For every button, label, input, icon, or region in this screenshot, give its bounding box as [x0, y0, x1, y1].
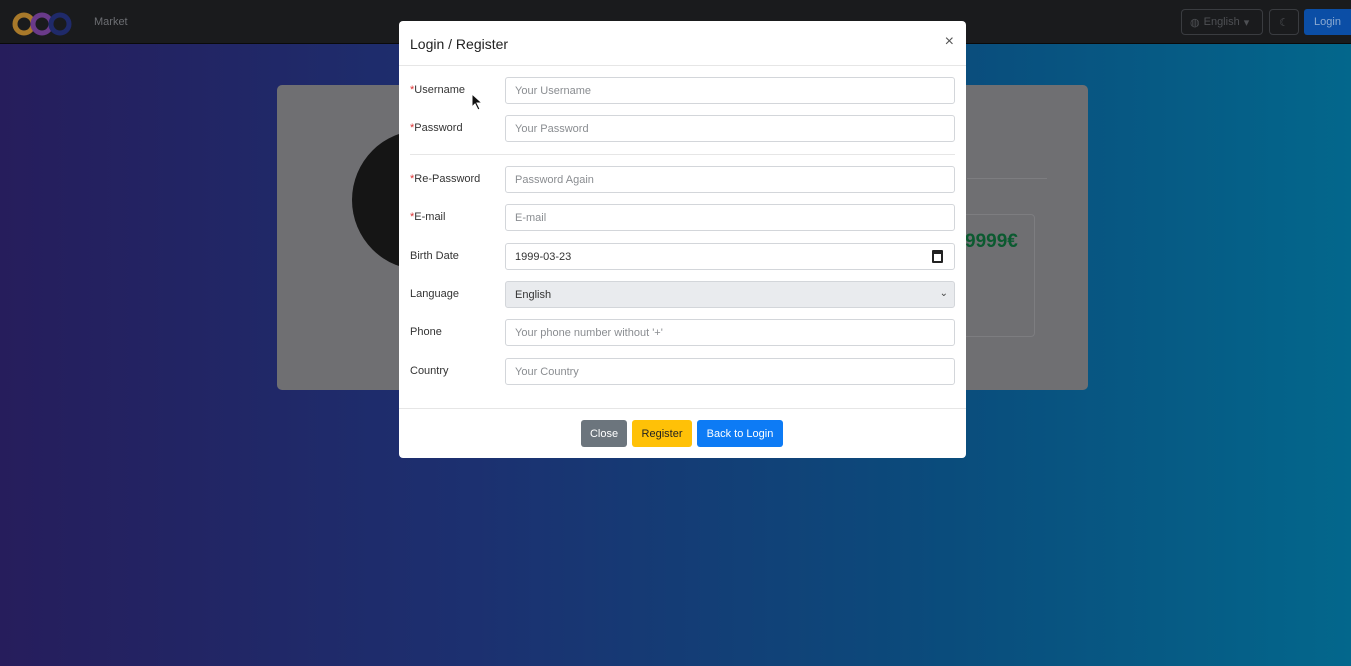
- birthdate-label: Birth Date: [410, 250, 459, 262]
- close-icon[interactable]: ×: [945, 33, 954, 51]
- language-field-label: Language: [410, 288, 459, 300]
- repassword-label: *Re-Password: [410, 173, 481, 185]
- login-button[interactable]: Login: [1304, 9, 1351, 35]
- country-label: Country: [410, 365, 449, 377]
- language-dropdown[interactable]: ◍ English ▾: [1181, 9, 1263, 35]
- email-row: *E-mail E-mail: [410, 204, 955, 231]
- language-selected: English: [515, 288, 552, 301]
- mouse-cursor-icon: [471, 93, 484, 111]
- phone-row: Phone Your phone number without '+': [410, 319, 955, 346]
- chevron-down-icon: ⌄: [939, 288, 948, 299]
- username-input[interactable]: Your Username: [505, 77, 955, 104]
- language-select[interactable]: English ⌄: [505, 281, 955, 308]
- moon-icon: ☾: [1279, 16, 1289, 29]
- repassword-input[interactable]: Password Again: [505, 166, 955, 193]
- birthdate-value: 1999-03-23: [515, 250, 572, 263]
- phone-input[interactable]: Your phone number without '+': [505, 319, 955, 346]
- email-label: *E-mail: [410, 211, 446, 223]
- calendar-icon[interactable]: [932, 250, 943, 263]
- password-input[interactable]: Your Password: [505, 115, 955, 142]
- username-row: *Username Your Username: [410, 77, 955, 104]
- language-row: Language English ⌄: [410, 281, 955, 308]
- repassword-row: *Re-Password Password Again: [410, 166, 955, 193]
- phone-label: Phone: [410, 326, 442, 338]
- divider: [410, 154, 955, 155]
- price: 9999€: [965, 231, 1018, 252]
- divider: [967, 178, 1047, 179]
- login-register-modal: Login / Register × *Username Your Userna…: [399, 21, 966, 458]
- language-label: English: [1203, 16, 1240, 28]
- globe-icon: ◍: [1190, 16, 1200, 29]
- divider: [399, 408, 966, 409]
- birthdate-input[interactable]: 1999-03-23: [505, 243, 955, 270]
- theme-toggle-button[interactable]: ☾: [1269, 9, 1299, 35]
- country-input[interactable]: Your Country: [505, 358, 955, 385]
- username-label: *Username: [410, 84, 466, 96]
- nav-market-link[interactable]: Market: [94, 16, 128, 28]
- modal-title: Login / Register: [410, 36, 509, 52]
- logo[interactable]: [12, 12, 82, 36]
- register-button[interactable]: Register: [632, 420, 692, 447]
- back-to-login-button[interactable]: Back to Login: [697, 420, 783, 447]
- birthdate-row: Birth Date 1999-03-23: [410, 243, 955, 270]
- close-button[interactable]: Close: [581, 420, 627, 447]
- caret-down-icon: ▾: [1243, 16, 1250, 29]
- modal-header: Login / Register ×: [399, 21, 966, 66]
- country-row: Country Your Country: [410, 358, 955, 385]
- password-label: *Password: [410, 122, 463, 134]
- password-row: *Password Your Password: [410, 115, 955, 142]
- email-input[interactable]: E-mail: [505, 204, 955, 231]
